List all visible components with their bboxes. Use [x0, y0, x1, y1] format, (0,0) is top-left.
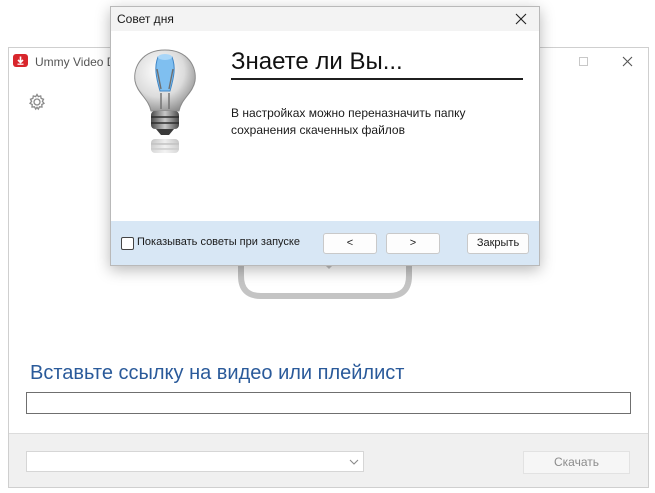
close-icon — [515, 13, 527, 25]
maximize-button[interactable] — [562, 48, 606, 76]
next-tip-button[interactable]: > — [386, 233, 440, 254]
bottom-bar: Скачать — [9, 433, 648, 487]
dialog-title: Совет дня — [117, 12, 174, 26]
close-window-button[interactable] — [606, 48, 650, 76]
close-dialog-button[interactable]: Закрыть — [467, 233, 529, 254]
app-logo-icon — [13, 54, 28, 67]
dialog-close-button[interactable] — [503, 7, 539, 31]
gear-icon[interactable] — [27, 92, 47, 112]
tip-of-the-day-dialog: Совет дня Знаете ли Вы... В настройках м… — [110, 6, 540, 266]
show-tips-label[interactable]: Показывать советы при запуске — [137, 236, 300, 248]
show-tips-checkbox[interactable] — [121, 237, 134, 250]
main-window-title: Ummy Video D — [35, 55, 116, 69]
tip-heading: Знаете ли Вы... — [231, 47, 523, 80]
paste-link-prompt: Вставьте ссылку на видео или плейлист — [30, 362, 405, 384]
lightbulb-icon — [134, 49, 196, 171]
download-button[interactable]: Скачать — [523, 451, 630, 474]
format-select[interactable] — [26, 451, 364, 472]
chevron-down-icon — [349, 459, 359, 465]
tip-text: В настройках можно переназначить папку с… — [231, 106, 466, 137]
previous-tip-button[interactable]: < — [323, 233, 377, 254]
url-input[interactable] — [26, 392, 631, 414]
dialog-titlebar: Совет дня — [111, 7, 539, 31]
dialog-footer: Показывать советы при запуске < > Закрыт… — [111, 221, 539, 265]
